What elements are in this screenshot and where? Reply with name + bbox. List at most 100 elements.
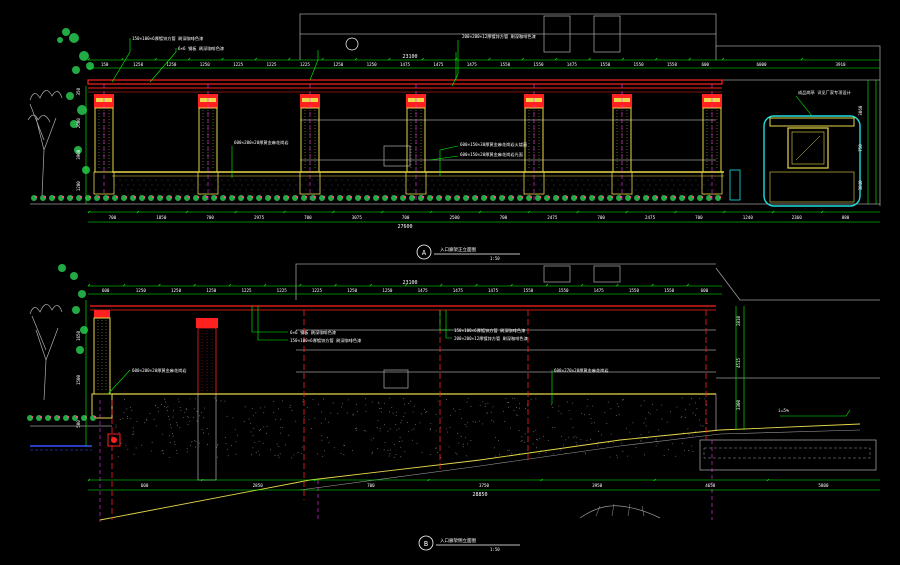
soil-dot xyxy=(346,412,348,414)
hatch-dot xyxy=(209,189,211,191)
height-dimension-label: 3900 xyxy=(76,149,81,160)
soil-dot xyxy=(383,402,385,404)
soil-dot xyxy=(235,453,237,455)
soil-dot xyxy=(622,450,624,452)
hatch-dot xyxy=(121,184,123,186)
flower xyxy=(556,195,560,199)
hatch-dot xyxy=(347,179,349,181)
hatch-dot xyxy=(341,189,343,191)
hatch-dot xyxy=(139,184,141,186)
soil-dot xyxy=(270,449,271,451)
flower xyxy=(637,195,641,199)
soil-dot xyxy=(466,422,468,424)
hatch-dot xyxy=(635,189,637,191)
hatch-dot xyxy=(437,179,439,181)
hatch-dot xyxy=(353,189,355,191)
soil-dot xyxy=(389,449,391,451)
soil-dot xyxy=(404,403,406,405)
hatch-dot xyxy=(671,189,673,191)
soil-dot xyxy=(195,446,197,448)
drawing-title-text-a: 入口廊架正立面图 xyxy=(440,246,476,253)
soil-dot xyxy=(379,408,381,410)
soil-dot xyxy=(277,408,279,410)
hatch-dot xyxy=(485,189,487,191)
soil-dot xyxy=(454,410,456,412)
soil-dot xyxy=(447,431,449,433)
hatch-dot xyxy=(397,194,399,196)
column-left-b xyxy=(91,310,113,419)
flower xyxy=(169,195,173,199)
flower xyxy=(376,195,380,199)
soil-dot xyxy=(663,455,665,456)
soil-dot xyxy=(177,398,179,400)
hatch-dot xyxy=(589,194,591,196)
hatch-dot xyxy=(157,184,159,186)
soil-dot xyxy=(517,415,519,417)
soil-dot xyxy=(467,397,469,399)
top-dimension-label: 1250 xyxy=(382,288,393,293)
bottom-dimension-label: 2475 xyxy=(645,215,656,220)
hatch-dot xyxy=(185,179,187,181)
soil-dot xyxy=(576,444,578,446)
soil-dot xyxy=(125,444,127,446)
soil-dot xyxy=(234,429,236,431)
soil-dot xyxy=(376,427,378,429)
flower xyxy=(655,195,659,199)
bottom-dimension-label: 600 xyxy=(141,483,149,488)
soil-dot xyxy=(607,442,609,444)
soil-dot xyxy=(303,416,305,418)
top-dimension-label: 1225 xyxy=(300,62,311,67)
hatch-dot xyxy=(361,184,363,186)
hatch-dot xyxy=(481,194,483,196)
soil-dot xyxy=(122,417,124,419)
hatch-dot xyxy=(145,194,147,196)
soil-dot xyxy=(166,410,168,412)
hatch-dot xyxy=(551,189,553,191)
soil-dot xyxy=(321,435,323,437)
hatch-dot xyxy=(323,189,325,191)
soil-dot xyxy=(498,440,499,441)
soil-dot xyxy=(640,440,641,442)
height-dimension-labels-a: 350 2600 3900 1200 xyxy=(76,87,81,191)
hatch-dot xyxy=(149,179,151,181)
hatch-dot xyxy=(647,189,649,191)
soil-dot xyxy=(511,397,513,399)
soil-dot xyxy=(430,422,432,424)
bottom-dimension-label: 700 xyxy=(206,215,214,220)
soil-dot xyxy=(260,428,262,430)
soil-dot xyxy=(456,453,458,455)
soil-dot xyxy=(589,439,591,440)
soil-dot xyxy=(398,428,400,430)
soil-dot xyxy=(255,412,257,414)
top-dimension-label: 600 xyxy=(702,62,710,67)
hatch-dot xyxy=(659,189,661,191)
hatch-dot xyxy=(403,184,405,186)
hatch-dot xyxy=(607,184,609,186)
hatch-dot xyxy=(317,179,319,181)
soil-dot xyxy=(539,437,540,439)
top-dimension-label: 1250 xyxy=(347,288,358,293)
flower xyxy=(52,195,56,199)
soil-dot xyxy=(388,455,390,457)
hatch-dot xyxy=(641,179,643,181)
hatch-dot xyxy=(469,194,471,196)
soil-dot xyxy=(217,443,219,445)
soil-dot xyxy=(695,430,697,432)
soil-dot xyxy=(279,453,281,455)
note-b-4: 200×200×12厚镀锌方管 刷深咖啡色漆 xyxy=(454,335,528,342)
soil-dot xyxy=(547,439,549,441)
hatch-dot xyxy=(307,184,309,186)
hatch-dot xyxy=(575,179,577,181)
soil-dot xyxy=(591,422,593,424)
soil-dot xyxy=(133,453,135,455)
soil-dot xyxy=(196,410,198,412)
soil-dot xyxy=(593,422,595,424)
hatch-dot xyxy=(335,189,337,191)
hatch-dot xyxy=(233,189,235,191)
hatch-dot xyxy=(137,189,139,191)
soil-dot xyxy=(440,456,442,458)
soil-dot xyxy=(699,419,700,421)
soil-dot xyxy=(573,437,575,439)
soil-dot xyxy=(166,407,168,409)
section-mark-a-top xyxy=(345,37,359,51)
